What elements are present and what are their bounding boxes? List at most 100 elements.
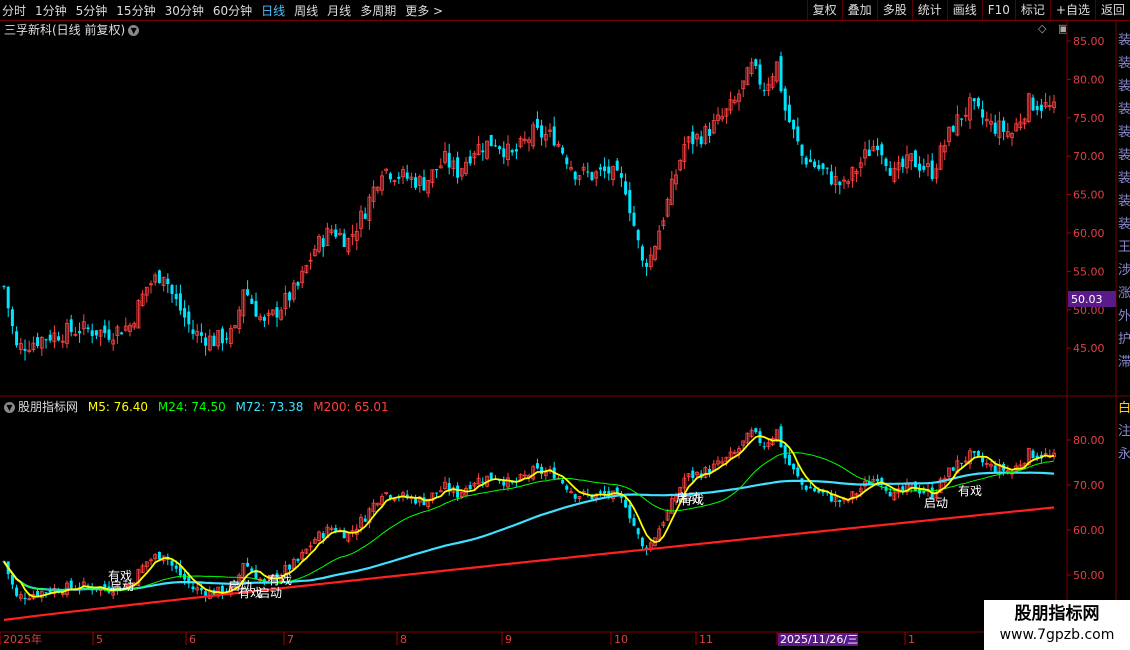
ind-candle-body xyxy=(808,486,812,489)
ind-candle-body xyxy=(199,588,203,591)
candle-body xyxy=(615,160,619,171)
candle-body xyxy=(913,150,917,168)
candle-body xyxy=(199,332,203,336)
candle-body xyxy=(976,98,980,107)
candle-body xyxy=(876,145,880,150)
candle-body xyxy=(69,319,73,333)
candle-body xyxy=(262,316,266,321)
candle-body xyxy=(792,119,796,130)
date-label: 2025/11/26/三 xyxy=(780,633,858,646)
date-label: 6 xyxy=(189,633,196,646)
candle-body xyxy=(783,88,787,111)
date-label: 9 xyxy=(505,633,512,646)
candle-body xyxy=(204,337,208,346)
candle-body xyxy=(762,90,766,92)
ind-candle-body xyxy=(796,467,800,477)
ind-candle-body xyxy=(174,565,178,569)
candle-body xyxy=(981,109,985,118)
ind-candle-body xyxy=(888,491,892,497)
ind-candle-body xyxy=(540,466,544,475)
candle-body xyxy=(275,307,279,318)
strip-char: 装 xyxy=(1118,125,1130,140)
ind-candle-body xyxy=(603,491,607,494)
strip-char: 装 xyxy=(1118,102,1130,117)
ind-candle-body xyxy=(598,491,602,493)
candle-body xyxy=(561,147,565,154)
ind-candle-body xyxy=(573,494,577,499)
date-label: 1 xyxy=(908,633,915,646)
signal-label: 有戏 xyxy=(958,484,982,498)
candle-body xyxy=(388,173,392,180)
indicator-tick-label: 50.00 xyxy=(1073,569,1105,582)
candle-body xyxy=(636,230,640,241)
candle-body xyxy=(296,282,300,286)
candle-body xyxy=(94,330,98,336)
candle-body xyxy=(10,309,14,327)
candle-body xyxy=(972,98,976,102)
ind-candle-body xyxy=(481,481,485,483)
candle-body xyxy=(808,159,812,163)
date-label: 2025年 xyxy=(3,632,42,646)
watermark-url: www.7gpzb.com xyxy=(999,627,1115,643)
candle-body xyxy=(708,128,712,136)
candle-body xyxy=(573,171,577,180)
candle-body xyxy=(90,330,94,336)
m5-line xyxy=(3,434,1055,598)
date-label: 11 xyxy=(699,633,713,646)
candle-body xyxy=(321,238,325,248)
candle-body xyxy=(787,104,791,123)
ind-candle-body xyxy=(296,558,300,561)
ind-candle-body xyxy=(691,470,695,478)
price-tick-label: 45.00 xyxy=(1073,342,1105,355)
candle-body xyxy=(779,56,783,92)
date-label: 8 xyxy=(400,633,407,646)
candle-body xyxy=(103,325,107,334)
indicator-axis: 80.00 70.00 60.00 50.00 xyxy=(1067,434,1105,582)
candle-body xyxy=(603,166,607,172)
ind-candle-body xyxy=(981,457,985,463)
candle-body xyxy=(86,327,90,330)
candle-body xyxy=(901,158,905,168)
ind-candle-body xyxy=(960,462,964,464)
candle-body xyxy=(174,293,178,300)
price-tick-label: 75.00 xyxy=(1073,112,1105,125)
candle-body xyxy=(44,339,48,341)
candle-body xyxy=(23,348,27,351)
candle-body xyxy=(405,172,409,179)
ind-candle-body xyxy=(489,472,493,480)
signal-label: 启动 xyxy=(924,496,948,510)
ind-candle-body xyxy=(191,586,195,590)
candle-body xyxy=(535,118,539,128)
current-price-tag: 50.03 xyxy=(1071,293,1103,306)
candle-body xyxy=(813,161,817,167)
candle-body xyxy=(565,157,569,165)
watermark: 股朋指标网 www.7gpzb.com xyxy=(984,600,1130,650)
strip-char: 护 xyxy=(1118,332,1130,347)
price-tick-label: 55.00 xyxy=(1073,265,1105,278)
candle-body xyxy=(598,167,602,170)
strip-char: 永 xyxy=(1118,447,1130,462)
ind-candle-body xyxy=(246,562,250,567)
candle-body xyxy=(838,181,842,186)
ind-candle-body xyxy=(170,560,174,566)
price-tick-label: 60.00 xyxy=(1073,227,1105,240)
date-label: 5 xyxy=(96,633,103,646)
ind-candle-body xyxy=(804,485,808,490)
kline-chart[interactable]: 启动有戏启动有戏启动有戏启动有戏 启动有戏 85.00 80.00 75.00 70.0… xyxy=(0,0,1130,650)
signal-label: 有戏 xyxy=(680,493,704,507)
candle-body xyxy=(447,152,451,168)
candle-body xyxy=(334,229,338,237)
candle-body xyxy=(225,338,229,340)
indicator-candle-group xyxy=(2,423,1056,605)
ind-candle-body xyxy=(787,454,791,465)
indicator-tick-label: 80.00 xyxy=(1073,434,1105,447)
candle-body xyxy=(821,163,825,169)
candle-body xyxy=(699,136,703,145)
candle-body xyxy=(435,169,439,171)
ind-candle-body xyxy=(783,445,787,459)
ind-candle-body xyxy=(422,497,426,506)
candle-body xyxy=(342,233,346,248)
strip-char: 滞 xyxy=(1118,355,1130,370)
candle-body xyxy=(867,149,871,157)
strip-char: 白 xyxy=(1118,400,1130,416)
